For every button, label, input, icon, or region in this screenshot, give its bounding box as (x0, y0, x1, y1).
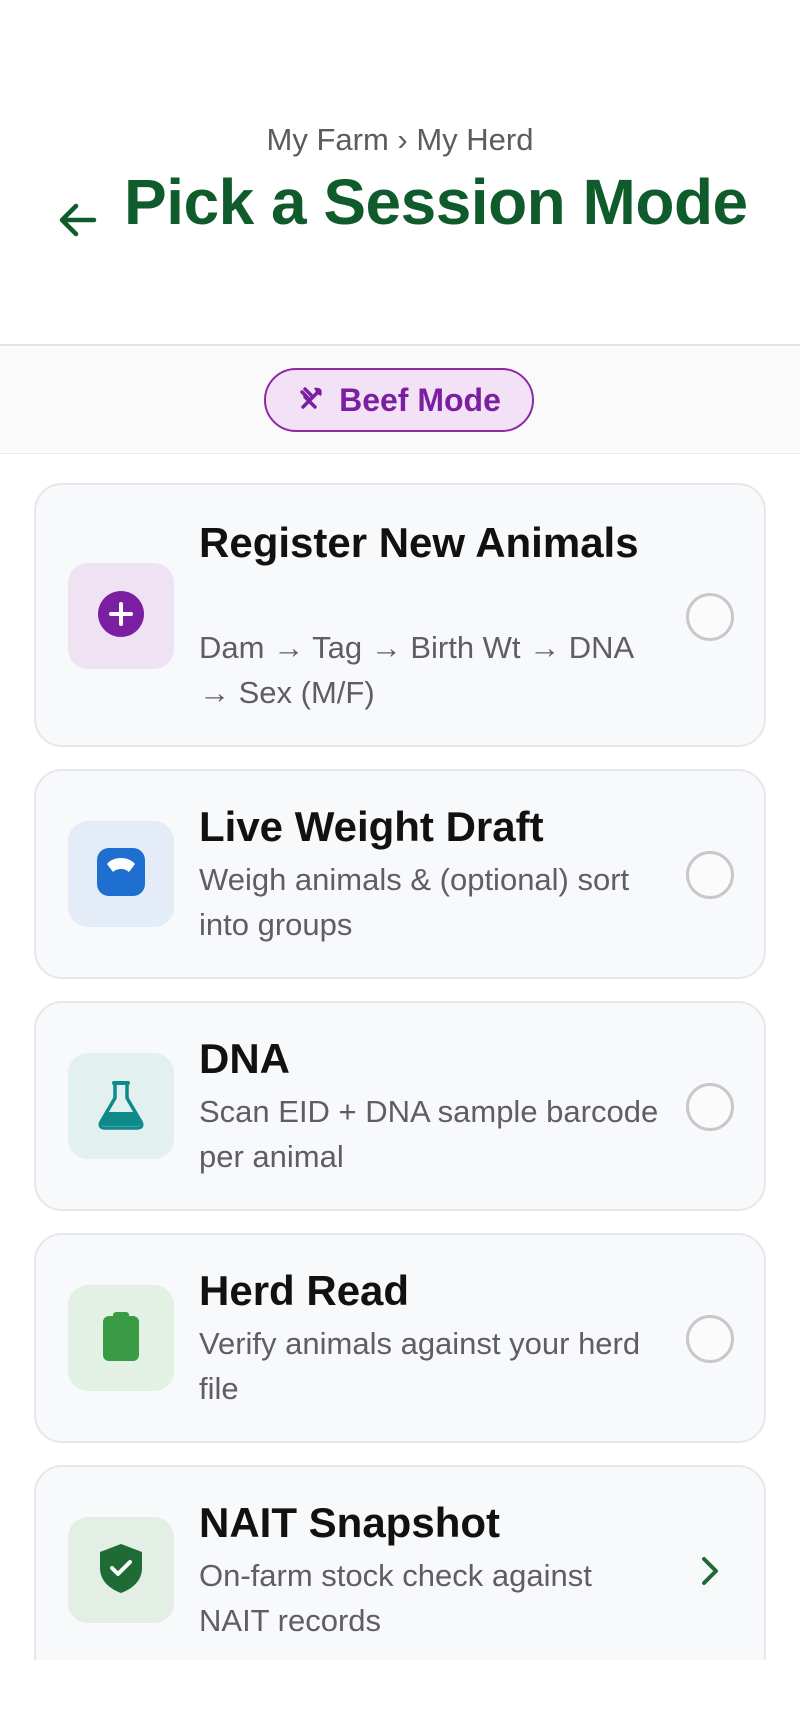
chevron-right-icon[interactable] (690, 1551, 730, 1591)
session-mode-card-live-weight[interactable]: Live Weight Draft Weigh animals & (optio… (34, 769, 766, 979)
session-mode-list: Register New Animals Dam → Tag → Birth W… (0, 455, 800, 1731)
beef-mode-badge[interactable]: Beef Mode (264, 368, 534, 432)
breadcrumb[interactable]: My Farm › My Herd (0, 122, 800, 158)
mode-bar: Beef Mode (0, 348, 800, 454)
card-description: Scan EID + DNA sample barcode per animal (199, 1094, 659, 1174)
card-title: DNA (199, 1035, 290, 1082)
card-title: Herd Read (199, 1267, 410, 1314)
register-icon-tile (68, 563, 174, 669)
session-mode-card-dna[interactable]: DNA Scan EID + DNA sample barcode per an… (34, 1001, 766, 1211)
session-mode-card-nait-snapshot[interactable]: NAIT Snapshot On-farm stock check agains… (34, 1465, 766, 1685)
plus-circle-icon (97, 590, 145, 643)
radio-button[interactable] (686, 1083, 734, 1131)
card-title: Register New Animals (199, 519, 639, 566)
card-description: Verify animals against your herd file (199, 1326, 641, 1406)
nait-icon-tile (68, 1517, 174, 1623)
radio-button[interactable] (686, 851, 734, 899)
card-title: Live Weight Draft (199, 803, 544, 850)
app-header: My Farm › My Herd Pick a Session Mode (0, 0, 800, 346)
live-weight-icon-tile (68, 821, 174, 927)
shield-check-icon (95, 1542, 147, 1599)
back-arrow-icon[interactable] (54, 196, 102, 244)
card-description: Dam → Tag → Birth Wt → DNA → Sex (M/F) (199, 630, 633, 710)
flask-icon (95, 1078, 147, 1135)
cutlery-icon (297, 383, 327, 418)
dna-icon-tile (68, 1053, 174, 1159)
herd-read-icon-tile (68, 1285, 174, 1391)
page-title: Pick a Session Mode (124, 166, 748, 238)
radio-button[interactable] (686, 1315, 734, 1363)
radio-button[interactable] (686, 593, 734, 641)
card-description: Weigh animals & (optional) sort into gro… (199, 862, 630, 942)
session-mode-card-herd-read[interactable]: Herd Read Verify animals against your he… (34, 1233, 766, 1443)
card-description: On-farm stock check against NAIT records (199, 1558, 592, 1638)
scale-icon (95, 846, 147, 903)
card-title: NAIT Snapshot (199, 1499, 500, 1546)
clipboard-icon (95, 1310, 147, 1367)
bottom-safe-area (0, 1660, 800, 1731)
mode-badge-label: Beef Mode (339, 381, 501, 418)
session-mode-card-register[interactable]: Register New Animals Dam → Tag → Birth W… (34, 483, 766, 747)
